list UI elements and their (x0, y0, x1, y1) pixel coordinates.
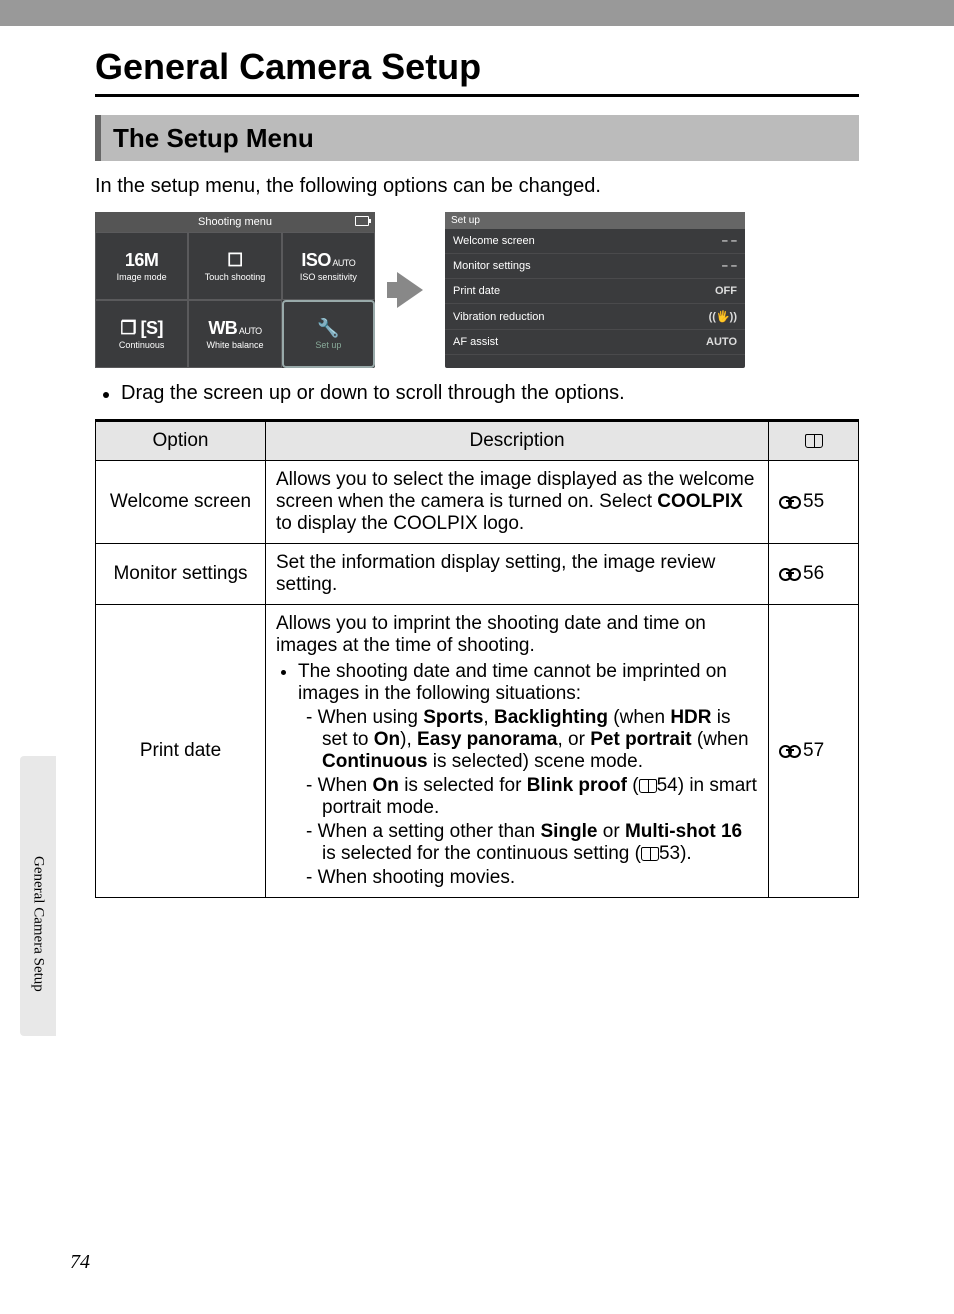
cell-description: Allows you to imprint the shooting date … (266, 605, 769, 898)
lcd1-cell: ☐ Touch shooting (188, 232, 281, 300)
lcd2-row-value: – – (722, 260, 737, 272)
cell-reference: 55 (769, 461, 859, 544)
lcd-cell-icon: 🔧 (317, 318, 339, 339)
cell-option: Welcome screen (96, 461, 266, 544)
lcd1-cell: ❐ [S] Continuous (95, 300, 188, 368)
section-title: The Setup Menu (113, 123, 314, 154)
arrow-right-icon (397, 272, 423, 308)
lcd-cell-label: ISO sensitivity (300, 273, 357, 283)
side-tab-label: General Camera Setup (30, 856, 47, 992)
ref-icon (779, 745, 801, 757)
book-icon (805, 434, 823, 448)
intro-text: In the setup menu, the following options… (95, 175, 859, 198)
page-title: General Camera Setup (95, 46, 859, 97)
lcd2-row-label: Monitor settings (453, 260, 531, 272)
lcd2-row-label: Print date (453, 285, 500, 297)
table-row: Print dateAllows you to imprint the shoo… (96, 605, 859, 898)
lcd1-cell: 16M Image mode (95, 232, 188, 300)
lcd1-title-bar: Shooting menu (95, 212, 375, 232)
lcd-cell-label: Set up (315, 341, 341, 351)
lcd1-title: Shooting menu (198, 216, 272, 228)
lcd-cell-label: White balance (206, 341, 263, 351)
th-description: Description (266, 421, 769, 461)
ref-icon (779, 496, 801, 508)
section-band: The Setup Menu (95, 115, 859, 161)
options-table: Option Description Welcome screenAllows … (95, 419, 859, 898)
setup-menu-lcd: Set up Welcome screen– –Monitor settings… (445, 212, 745, 368)
lcd1-cell: WB AUTO White balance (188, 300, 281, 368)
lcd-cell-icon: ☐ (227, 250, 243, 271)
lcd2-row: Monitor settings – – (445, 254, 745, 279)
th-reference (769, 421, 859, 461)
lcd2-row: Print date OFF (445, 279, 745, 304)
lcd2-title: Set up (445, 212, 745, 229)
cell-reference: 57 (769, 605, 859, 898)
lcd1-cell: ISO AUTO ISO sensitivity (282, 232, 375, 300)
lcd2-rows: Welcome screen – – Monitor settings – – Prin… (445, 229, 745, 355)
lcd2-row-label: AF assist (453, 336, 498, 348)
bullet-text: Drag the screen up or down to scroll thr… (121, 382, 625, 405)
screenshots-row: Shooting menu 16M Image mode ☐ Touch shooti… (95, 212, 859, 368)
lcd2-row-value: AUTO (706, 336, 737, 348)
lcd2-row-value: – – (722, 235, 737, 247)
lcd1-grid: 16MImage mode☐Touch shootingISO AUTOISO … (95, 232, 375, 368)
battery-icon (355, 216, 369, 226)
table-row: Welcome screenAllows you to select the i… (96, 461, 859, 544)
lcd2-row: Welcome screen – – (445, 229, 745, 254)
cell-option: Monitor settings (96, 544, 266, 605)
ref-icon (779, 568, 801, 580)
lcd2-row-value: ((🖐)) (709, 310, 737, 323)
lcd2-row: Vibration reduction ((🖐)) (445, 304, 745, 330)
bullet-dot-icon (103, 392, 109, 398)
lcd-cell-label: Image mode (117, 273, 167, 283)
lcd-cell-icon: ISO AUTO (301, 250, 355, 271)
th-option: Option (96, 421, 266, 461)
lcd2-row-label: Vibration reduction (453, 311, 545, 323)
lcd-cell-label: Continuous (119, 341, 165, 351)
page-number: 74 (70, 1251, 90, 1274)
bullet-line: Drag the screen up or down to scroll thr… (95, 382, 859, 405)
cell-description: Set the information display setting, the… (266, 544, 769, 605)
lcd2-row-value: OFF (715, 285, 737, 297)
lcd2-row: AF assist AUTO (445, 330, 745, 355)
side-tab: General Camera Setup (20, 756, 56, 1036)
lcd1-cell: 🔧 Set up (282, 300, 375, 368)
lcd-cell-icon: ❐ [S] (120, 318, 163, 339)
lcd2-row-label: Welcome screen (453, 235, 535, 247)
lcd-cell-icon: WB AUTO (208, 318, 261, 339)
table-row: Monitor settingsSet the information disp… (96, 544, 859, 605)
lcd-cell-label: Touch shooting (205, 273, 266, 283)
cell-reference: 56 (769, 544, 859, 605)
cell-description: Allows you to select the image displayed… (266, 461, 769, 544)
cell-option: Print date (96, 605, 266, 898)
shooting-menu-lcd: Shooting menu 16M Image mode ☐ Touch shooti… (95, 212, 375, 368)
lcd-cell-icon: 16M (125, 250, 159, 271)
